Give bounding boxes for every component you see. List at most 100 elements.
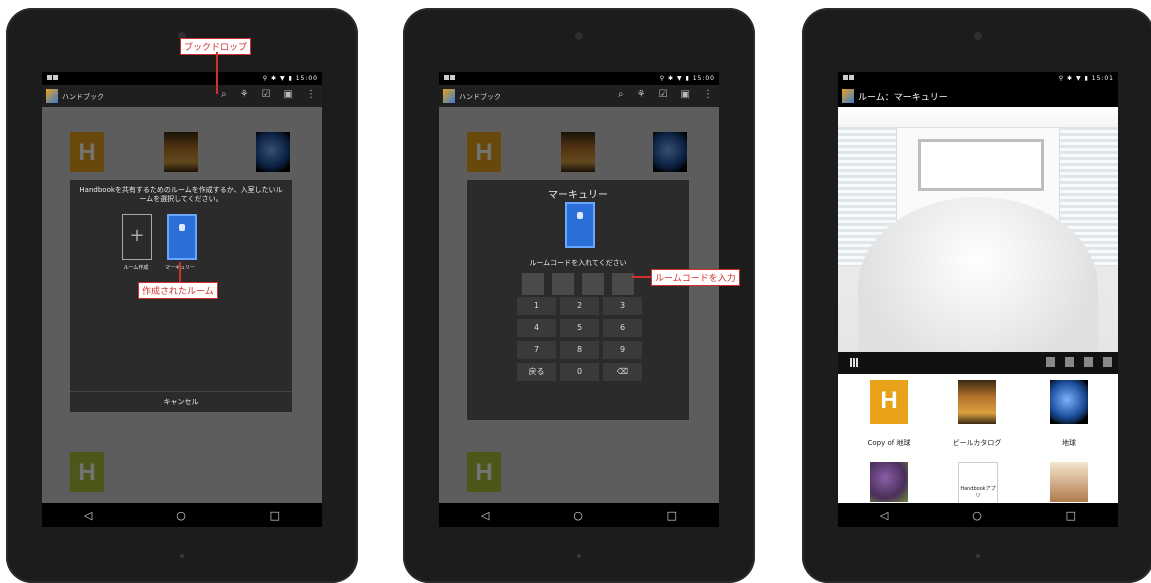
front-camera: [974, 32, 982, 40]
action-icons: ⌕ ⚘ ☑ ▣ ⋮: [618, 89, 713, 100]
status-bar: ⚲ ✱ ▼ ▮ 15:01: [838, 72, 1118, 85]
key-1[interactable]: 1: [517, 297, 556, 315]
callout-line-room: [179, 262, 181, 282]
book-thumb-handbook-app[interactable]: Handbookアプリ: [958, 462, 998, 504]
room-door-mercury: [565, 202, 595, 248]
book-label-copy-earth: Copy of 地球: [867, 439, 911, 447]
home-sensor: [180, 554, 184, 558]
book-add-icon[interactable]: [1046, 357, 1055, 367]
recents-icon[interactable]: □: [270, 509, 280, 522]
code-digit-1[interactable]: [522, 273, 544, 295]
overflow-menu-icon[interactable]: ⋮: [306, 89, 316, 100]
room-whiteboard[interactable]: [918, 139, 1044, 191]
nav-bar: ◁ ○ □: [838, 503, 1118, 527]
recents-icon[interactable]: □: [1066, 509, 1076, 522]
back-icon[interactable]: ◁: [880, 509, 888, 522]
status-bar: ⚲ ✱ ▼ ▮ 15:00: [439, 72, 719, 85]
book-thumb-meeting[interactable]: [1050, 462, 1088, 502]
settings-icon[interactable]: [1103, 357, 1112, 367]
code-digit-3[interactable]: [582, 273, 604, 295]
action-bar: ハンドブック ⌕ ⚘ ☑ ▣ ⋮: [42, 85, 322, 107]
home-icon[interactable]: ○: [176, 509, 186, 522]
notification-icons: [444, 75, 456, 81]
room-code-prompt: ルームコードを入れてください: [529, 259, 627, 267]
status-time: ⚲ ✱ ▼ ▮ 15:00: [262, 75, 318, 82]
status-time: ⚲ ✱ ▼ ▮ 15:00: [659, 75, 715, 82]
overflow-menu-icon[interactable]: ⋮: [703, 89, 713, 100]
create-room-button[interactable]: +: [122, 214, 152, 260]
checklist-icon[interactable]: ☑: [659, 89, 668, 100]
room-book-grid: H Copy of 地球 ビールカタログ 地球 Handbookアプリ: [838, 374, 1118, 504]
dialog-message: Handbookを共有するためのルームを作成するか、入室したいルームを選択してく…: [79, 186, 283, 203]
sync-icon[interactable]: [1084, 357, 1093, 367]
nav-bar: ◁ ○ □: [42, 503, 322, 527]
back-icon[interactable]: ◁: [84, 509, 92, 522]
key-4[interactable]: 4: [517, 319, 556, 337]
search-icon[interactable]: ⌕: [618, 89, 624, 100]
action-icons: ⌕ ⚘ ☑ ▣ ⋮: [221, 89, 316, 100]
book-remove-icon[interactable]: [1065, 357, 1074, 367]
search-icon[interactable]: ⌕: [221, 89, 227, 100]
nav-bar: ◁ ○ □: [439, 503, 719, 527]
book-label-beer-catalog: ビールカタログ: [952, 439, 1002, 447]
back-icon[interactable]: ◁: [481, 509, 489, 522]
book-thumb-earth[interactable]: [1050, 380, 1088, 424]
room-icon[interactable]: ▣: [284, 89, 293, 100]
action-bar: ハンドブック ⌕ ⚘ ☑ ▣ ⋮: [439, 85, 719, 107]
checklist-icon[interactable]: ☑: [262, 89, 271, 100]
status-bar: ⚲ ✱ ▼ ▮ 15:00: [42, 72, 322, 85]
key-9[interactable]: 9: [603, 341, 642, 359]
status-time: ⚲ ✱ ▼ ▮ 15:01: [1058, 75, 1114, 82]
book-thumb-grapes[interactable]: [870, 462, 908, 502]
home-sensor: [577, 554, 581, 558]
room-door-mercury[interactable]: [167, 214, 197, 260]
room-icon[interactable]: ▣: [681, 89, 690, 100]
key-2[interactable]: 2: [560, 297, 599, 315]
notification-icons: [47, 75, 59, 81]
backspace-key[interactable]: ⌫: [603, 363, 642, 381]
callout-line-book-drop: [216, 52, 218, 94]
book-thumb-copy-earth[interactable]: H: [870, 380, 908, 424]
book-thumb-beer-catalog[interactable]: [958, 380, 996, 424]
room-toolbar: [838, 352, 1118, 374]
code-digit-4[interactable]: [612, 273, 634, 295]
app-title[interactable]: ハンドブック: [62, 92, 104, 102]
front-camera: [575, 32, 583, 40]
key-0[interactable]: 0: [560, 363, 599, 381]
home-sensor: [976, 554, 980, 558]
key-6[interactable]: 6: [603, 319, 642, 337]
code-digit-2[interactable]: [552, 273, 574, 295]
tablet-3: ⚲ ✱ ▼ ▮ 15:01 ルーム：マーキュリー H Copy of 地球 ビー…: [802, 8, 1151, 583]
app-title[interactable]: ハンドブック: [459, 92, 501, 102]
book-label-earth: 地球: [1062, 439, 1076, 447]
app-logo: [46, 89, 58, 103]
recents-icon[interactable]: □: [667, 509, 677, 522]
callout-room-code: ルームコードを入力: [651, 269, 740, 286]
key-back[interactable]: 戻る: [517, 363, 556, 381]
screen-3: ⚲ ✱ ▼ ▮ 15:01 ルーム：マーキュリー H Copy of 地球 ビー…: [838, 72, 1118, 527]
home-icon[interactable]: ○: [972, 509, 982, 522]
callout-created-room: 作成されたルーム: [138, 282, 218, 299]
screen-2: ⚲ ✱ ▼ ▮ 15:00 ハンドブック ⌕ ⚘ ☑ ▣ ⋮ H H マーキュリ…: [439, 72, 719, 527]
notification-icons: [843, 75, 855, 81]
room-3d-view[interactable]: [838, 107, 1118, 352]
room-tool-icons: [1046, 357, 1112, 367]
action-bar: ルーム：マーキュリー: [838, 85, 1118, 107]
callout-line-code: [632, 276, 652, 278]
grid-view-icon[interactable]: [850, 358, 859, 367]
home-icon[interactable]: ○: [573, 509, 583, 522]
key-8[interactable]: 8: [560, 341, 599, 359]
cancel-button[interactable]: キャンセル: [70, 391, 292, 412]
create-room-label: ルーム作成: [123, 265, 149, 271]
book-drop-icon[interactable]: ⚘: [637, 89, 646, 100]
tablet-2: ⚲ ✱ ▼ ▮ 15:00 ハンドブック ⌕ ⚘ ☑ ▣ ⋮ H H マーキュリ…: [403, 8, 755, 583]
key-5[interactable]: 5: [560, 319, 599, 337]
key-3[interactable]: 3: [603, 297, 642, 315]
key-7[interactable]: 7: [517, 341, 556, 359]
screen-1: ⚲ ✱ ▼ ▮ 15:00 ハンドブック ⌕ ⚘ ☑ ▣ ⋮ H H Handb…: [42, 72, 322, 527]
book-drop-icon[interactable]: ⚘: [240, 89, 249, 100]
dialog-title: マーキュリー: [548, 190, 608, 201]
room-title: ルーム：マーキュリー: [858, 93, 948, 103]
handbook-app-label: Handbookアプリ: [960, 486, 996, 499]
app-logo: [443, 89, 455, 103]
